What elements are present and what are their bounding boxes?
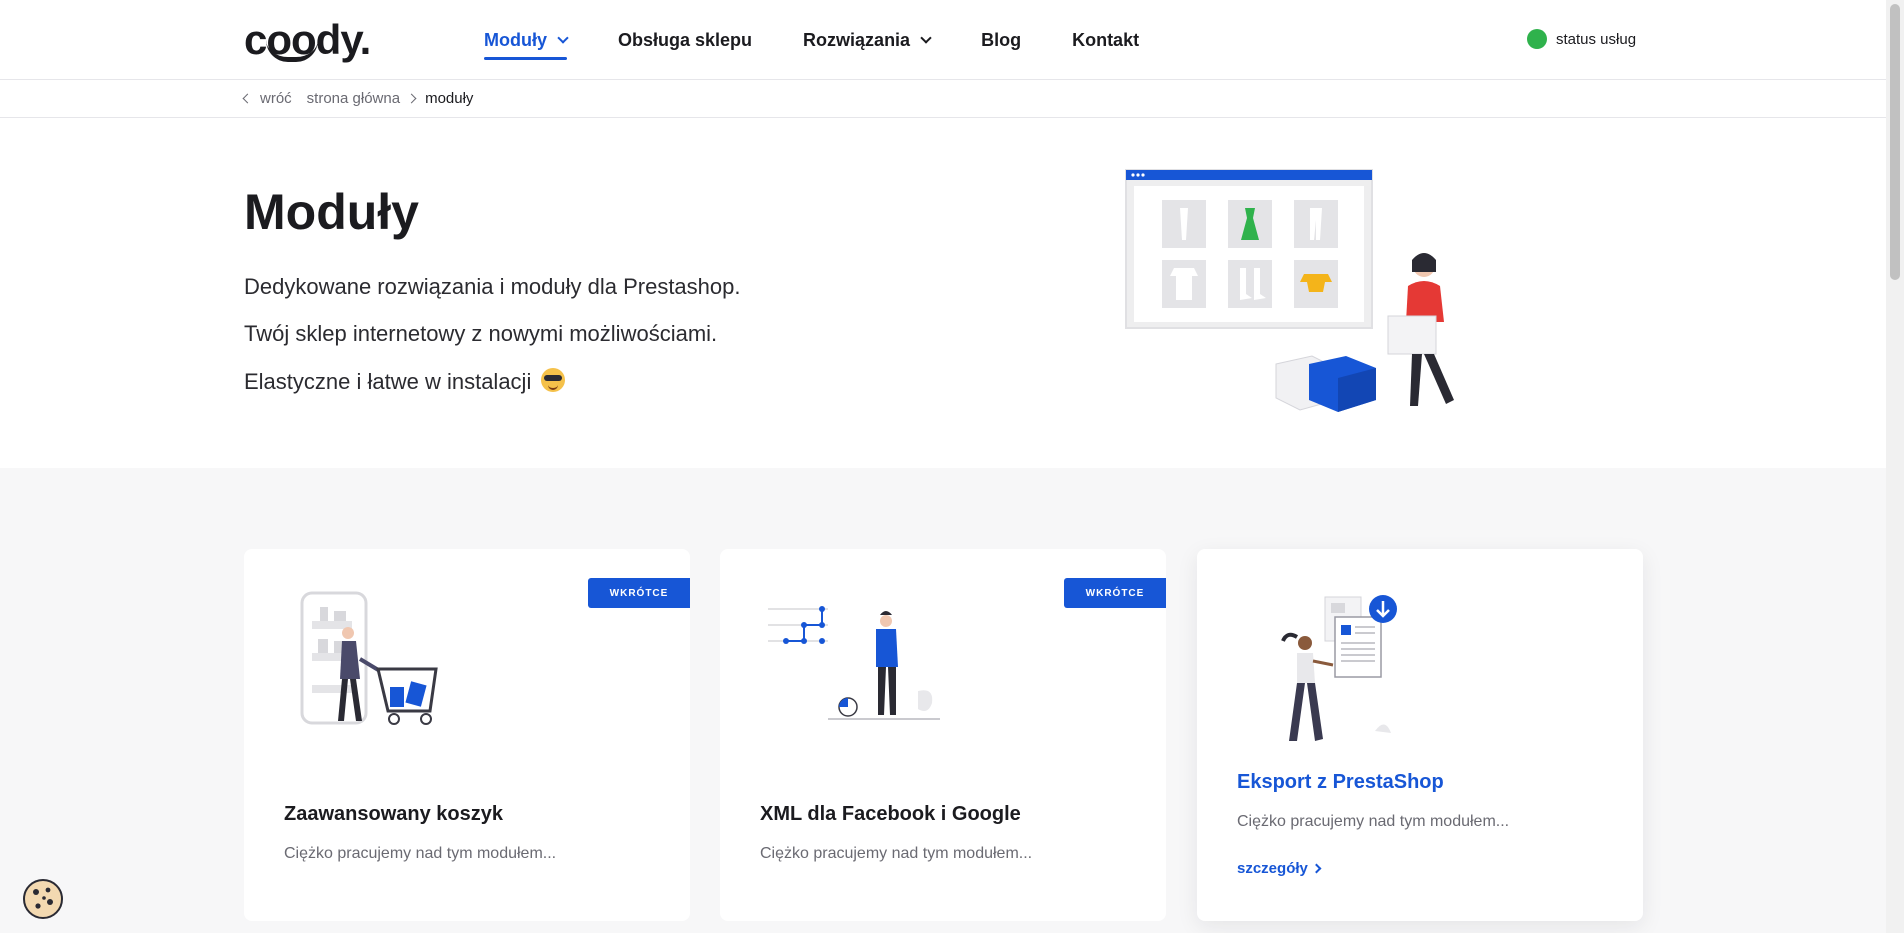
status-link[interactable]: status usług (1527, 29, 1636, 49)
breadcrumb-current: moduły (425, 90, 474, 107)
card-title[interactable]: Zaawansowany koszyk (284, 803, 503, 826)
hero-line-1: Dedykowane rozwiązania i moduły dla Pres… (244, 274, 741, 299)
details-link-label: szczegóły (1237, 860, 1308, 877)
hero-line-2: Twój sklep internetowy z nowymi możliwoś… (244, 321, 718, 346)
breadcrumb-home-link[interactable]: strona główna (307, 90, 400, 107)
card-title[interactable]: Eksport z PrestaShop (1237, 771, 1444, 794)
nav-item-obsluga-sklepu[interactable]: Obsługa sklepu (618, 20, 752, 60)
chevron-right-icon (406, 93, 417, 104)
hero-line-3: Elastyczne i łatwe w instalacji (244, 368, 566, 395)
nav-item-label: Moduły (484, 29, 547, 50)
chevron-down-icon (920, 32, 932, 44)
module-card[interactable]: WKRÓTCE Zaawansowany koszyk Ciężko pracu… (244, 549, 690, 921)
breadcrumb-back-link[interactable]: wróć (260, 90, 292, 107)
hero-line-3-text: Elastyczne i łatwe w instalacji (244, 369, 532, 394)
nav-item-label: Obsługa sklepu (618, 29, 753, 50)
coming-soon-badge: WKRÓTCE (588, 578, 690, 608)
nav-item-label: Kontakt (1072, 29, 1140, 50)
coming-soon-badge: WKRÓTCE (1064, 578, 1166, 608)
scrollbar-thumb[interactable] (1890, 4, 1900, 280)
chevron-down-icon (557, 32, 569, 44)
status-label: status usług (1556, 30, 1637, 48)
card-description: Ciężko pracujemy nad tym modułem... (1237, 813, 1510, 830)
status-dot-icon (1527, 29, 1547, 49)
main-nav: Moduły Obsługa sklepu Rozwiązania Blog K… (484, 0, 1190, 80)
details-link[interactable]: szczegóły (1237, 860, 1322, 877)
nav-item-rozwiazania[interactable]: Rozwiązania (803, 20, 932, 60)
site-header: coody. Moduły Obsługa sklepu Rozwiązania… (0, 0, 1886, 80)
nav-item-blog[interactable]: Blog (981, 20, 1021, 60)
nav-item-label: Blog (981, 29, 1022, 50)
module-card[interactable]: WKRÓTCE XML dla Facebook i Google Ciężko… (720, 549, 1166, 921)
cookie-icon[interactable] (22, 878, 64, 920)
page-scrollbar[interactable] (1886, 0, 1904, 933)
module-card[interactable]: Eksport z PrestaShop Ciężko pracujemy na… (1197, 549, 1643, 921)
nav-item-moduly[interactable]: Moduły (484, 20, 569, 60)
nav-item-label: Rozwiązania (803, 29, 911, 50)
card-description: Ciężko pracujemy nad tym modułem... (284, 845, 557, 862)
nav-item-kontakt[interactable]: Kontakt (1072, 20, 1139, 60)
page-title: Moduły (244, 184, 419, 240)
shopping-cart-illustration (300, 591, 438, 725)
data-chart-illustration (768, 606, 940, 720)
hero-shop-illustration (1125, 169, 1454, 412)
card-description: Ciężko pracujemy nad tym modułem... (760, 845, 1033, 862)
document-export-illustration (1281, 595, 1397, 741)
sunglasses-emoji-icon (541, 368, 566, 392)
chevron-left-icon (242, 93, 253, 104)
chevron-right-icon (1311, 863, 1322, 874)
breadcrumb: wróć strona główna moduły (0, 80, 1886, 118)
card-title[interactable]: XML dla Facebook i Google (760, 803, 1021, 826)
